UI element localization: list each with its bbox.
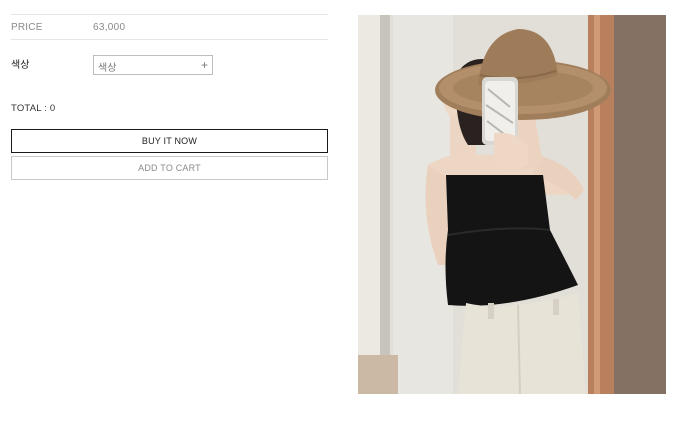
add-to-cart-button[interactable]: ADD TO CART — [11, 156, 328, 180]
color-option-select[interactable]: 색상 + — [93, 55, 213, 75]
color-option-placeholder: 색상 — [98, 63, 117, 74]
total-price: TOTAL : 0 — [11, 103, 56, 114]
divider-mid — [11, 39, 328, 40]
price-label: PRICE — [11, 22, 43, 33]
price-value: 63,000 — [93, 22, 126, 33]
plus-icon[interactable]: + — [201, 57, 208, 73]
product-photo — [358, 15, 666, 394]
divider-top — [11, 14, 328, 15]
color-option-label: 색상 — [11, 60, 30, 71]
buy-now-button[interactable]: BUY IT NOW — [11, 129, 328, 153]
